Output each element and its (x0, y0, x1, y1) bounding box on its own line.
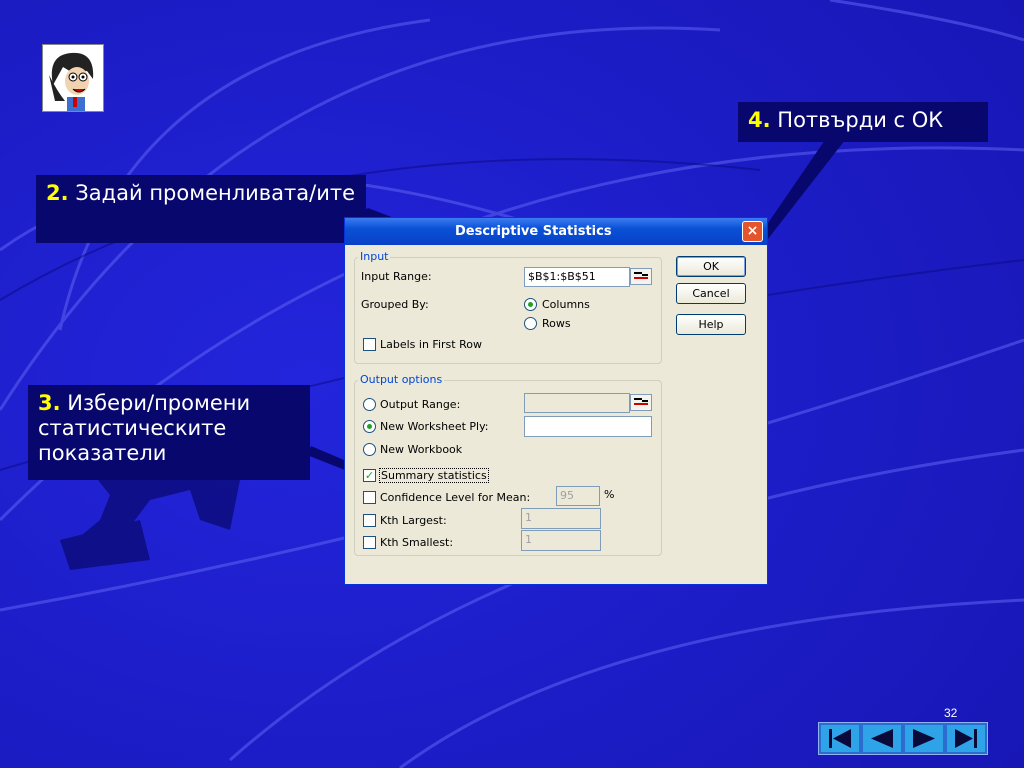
range-picker-icon (634, 398, 648, 405)
confidence-level-checkbox[interactable] (363, 491, 376, 504)
first-slide-button[interactable] (821, 725, 859, 752)
input-group-legend: Input (358, 250, 391, 263)
kth-largest-field[interactable]: 1 (521, 508, 601, 529)
callout-step-4-text: Потвърди с ОК (777, 108, 944, 132)
input-range-field[interactable]: $B$1:$B$51 (524, 267, 630, 287)
callout-step-3: 3. Избери/промени статистическите показа… (28, 385, 310, 480)
output-options-group: Output options Output Range: New Workshe… (354, 373, 662, 556)
last-slide-button[interactable] (947, 725, 985, 752)
previous-slide-button[interactable] (863, 725, 901, 752)
callout-step-2-number: 2. (46, 181, 69, 205)
columns-radio[interactable] (524, 298, 537, 311)
next-slide-button[interactable] (905, 725, 943, 752)
new-workbook-radio[interactable] (363, 443, 376, 456)
output-range-label[interactable]: Output Range: (380, 398, 460, 411)
callout-step-3-text: Избери/промени статистическите показател… (38, 391, 251, 465)
input-range-label: Input Range: (361, 270, 432, 283)
confidence-level-field[interactable]: 95 (556, 486, 600, 506)
callout-step-2-text: Задай променливата/ите (75, 181, 356, 205)
new-workbook-label[interactable]: New Workbook (380, 443, 462, 456)
labels-first-row-label[interactable]: Labels in First Row (380, 338, 482, 351)
callout-step-4: 4. Потвърди с ОК (738, 102, 988, 142)
kth-smallest-checkbox[interactable] (363, 536, 376, 549)
columns-label[interactable]: Columns (542, 298, 590, 311)
kth-smallest-field[interactable]: 1 (521, 530, 601, 551)
previous-slide-icon (871, 729, 893, 748)
ok-button[interactable]: OK (676, 256, 746, 277)
range-picker-icon (634, 272, 648, 279)
page-number: 32 (944, 706, 958, 720)
percent-label: % (604, 488, 615, 501)
descriptive-statistics-dialog: Descriptive Statistics × Input Input Ran… (344, 217, 768, 585)
kth-smallest-label[interactable]: Kth Smallest: (380, 536, 453, 549)
callout-step-4-number: 4. (748, 108, 771, 132)
close-icon[interactable]: × (742, 221, 763, 242)
new-worksheet-ply-radio[interactable] (363, 420, 376, 433)
kth-largest-checkbox[interactable] (363, 514, 376, 527)
labels-first-row-checkbox[interactable] (363, 338, 376, 351)
grouped-by-label: Grouped By: (361, 298, 429, 311)
next-slide-icon (913, 729, 935, 748)
first-slide-icon (829, 729, 851, 748)
new-worksheet-ply-label[interactable]: New Worksheet Ply: (380, 420, 489, 433)
callout-step-3-number: 3. (38, 391, 61, 415)
output-group-legend: Output options (358, 373, 445, 386)
callout-step-2: 2. Задай променливата/ите (36, 175, 366, 243)
summary-statistics-checkbox[interactable]: ✓ (363, 469, 376, 482)
dialog-title: Descriptive Statistics (455, 224, 612, 239)
input-group: Input Input Range: $B$1:$B$51 Grouped By… (354, 250, 662, 364)
rows-radio[interactable] (524, 317, 537, 330)
summary-statistics-label[interactable]: Summary statistics (379, 468, 489, 483)
dialog-titlebar[interactable]: Descriptive Statistics × (345, 218, 767, 245)
output-range-picker-button[interactable] (630, 394, 652, 411)
help-button[interactable]: Help (676, 314, 746, 335)
cancel-button[interactable]: Cancel (676, 283, 746, 304)
output-range-radio[interactable] (363, 398, 376, 411)
last-slide-icon (955, 729, 977, 748)
new-worksheet-ply-field[interactable] (524, 416, 652, 437)
output-range-field[interactable] (524, 393, 630, 413)
input-range-picker-button[interactable] (630, 268, 652, 285)
kth-largest-label[interactable]: Kth Largest: (380, 514, 447, 527)
confidence-level-label[interactable]: Confidence Level for Mean: (380, 491, 530, 504)
rows-label[interactable]: Rows (542, 317, 571, 330)
slide-navigation (818, 722, 988, 755)
